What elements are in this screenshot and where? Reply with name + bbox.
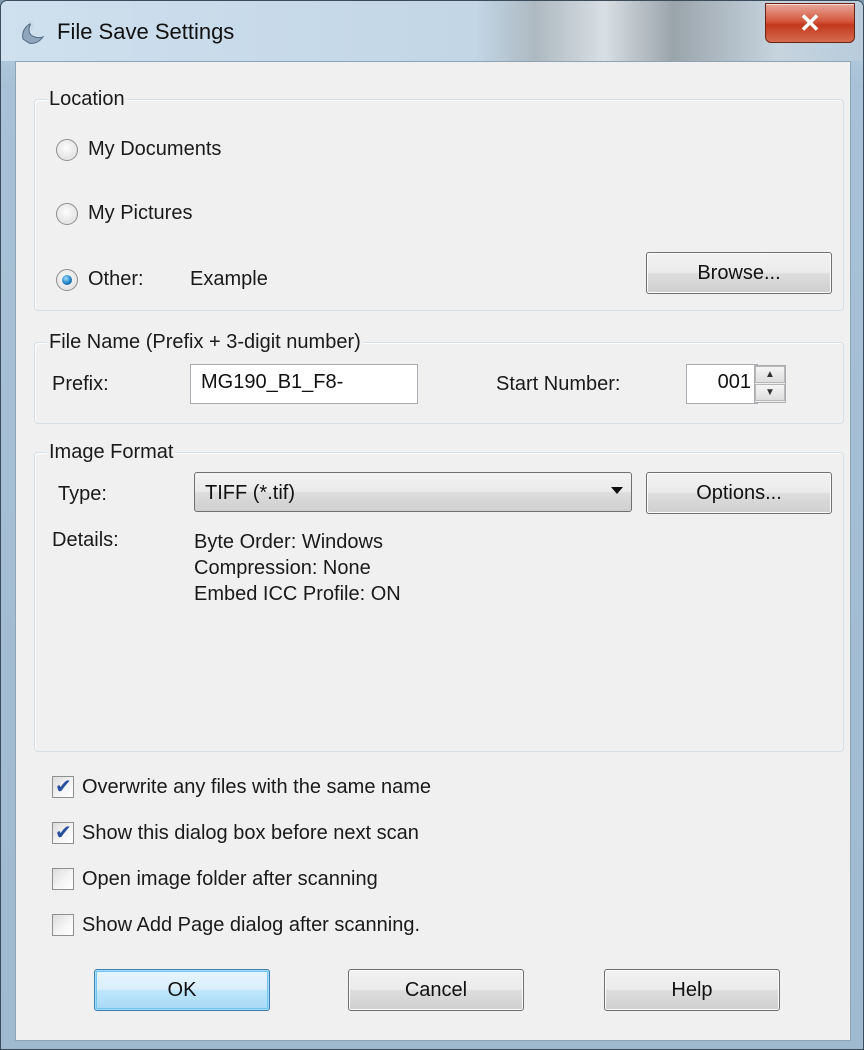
details-label: Details: xyxy=(52,529,119,551)
radio-other-label[interactable]: Other: xyxy=(88,268,144,291)
help-button[interactable]: Help xyxy=(604,969,780,1011)
details-text: Byte Order: Windows Compression: None Em… xyxy=(194,529,401,607)
options-button[interactable]: Options... xyxy=(646,472,832,514)
type-label: Type: xyxy=(58,483,107,505)
type-select[interactable]: TIFF (*.tif) xyxy=(194,472,632,512)
type-select-value: TIFF (*.tif) xyxy=(205,482,295,504)
radio-my-documents-label[interactable]: My Documents xyxy=(88,138,221,161)
ok-button[interactable]: OK xyxy=(94,969,270,1011)
radio-my-pictures[interactable] xyxy=(56,203,78,225)
prefix-input[interactable]: MG190_B1_F8- xyxy=(190,364,418,404)
window-title: File Save Settings xyxy=(57,19,235,44)
start-number-spinner[interactable]: ▲ ▼ xyxy=(754,365,786,403)
other-folder-value: Example xyxy=(190,268,268,290)
dialog-window: File Save Settings ✕ Location My Documen… xyxy=(0,0,864,1050)
open-folder-checkbox[interactable] xyxy=(52,868,74,890)
details-embed-icc: Embed ICC Profile: ON xyxy=(194,583,401,605)
image-format-group-label: Image Format xyxy=(47,441,176,464)
radio-other[interactable] xyxy=(56,269,78,291)
details-compression: Compression: None xyxy=(194,557,371,579)
add-page-checkbox[interactable] xyxy=(52,914,74,936)
show-dialog-checkbox-label[interactable]: Show this dialog box before next scan xyxy=(82,822,419,845)
spin-up-icon[interactable]: ▲ xyxy=(755,366,785,383)
open-folder-checkbox-label[interactable]: Open image folder after scanning xyxy=(82,868,378,891)
overwrite-checkbox[interactable] xyxy=(52,774,74,798)
overwrite-checkbox-label[interactable]: Overwrite any files with the same name xyxy=(82,776,431,799)
close-icon: ✕ xyxy=(799,7,821,38)
browse-button[interactable]: Browse... xyxy=(646,252,832,294)
dropdown-arrow-icon xyxy=(611,487,623,494)
prefix-label: Prefix: xyxy=(52,373,109,395)
show-dialog-checkbox[interactable] xyxy=(52,820,74,844)
title-bar[interactable]: File Save Settings ✕ xyxy=(1,1,863,61)
location-group-label: Location xyxy=(47,88,127,111)
spin-down-icon[interactable]: ▼ xyxy=(755,384,785,401)
close-button[interactable]: ✕ xyxy=(765,3,855,43)
start-number-input[interactable]: 001 xyxy=(686,364,758,404)
radio-my-documents[interactable] xyxy=(56,139,78,161)
start-number-label: Start Number: xyxy=(496,373,621,395)
scanner-app-icon xyxy=(22,20,45,44)
file-name-group-label: File Name (Prefix + 3-digit number) xyxy=(47,331,363,354)
add-page-checkbox-label[interactable]: Show Add Page dialog after scanning. xyxy=(82,914,420,937)
dialog-client-area: Location My Documents My Pictures Other:… xyxy=(15,61,851,1041)
radio-my-pictures-label[interactable]: My Pictures xyxy=(88,202,192,225)
cancel-button[interactable]: Cancel xyxy=(348,969,524,1011)
details-byte-order: Byte Order: Windows xyxy=(194,531,383,553)
